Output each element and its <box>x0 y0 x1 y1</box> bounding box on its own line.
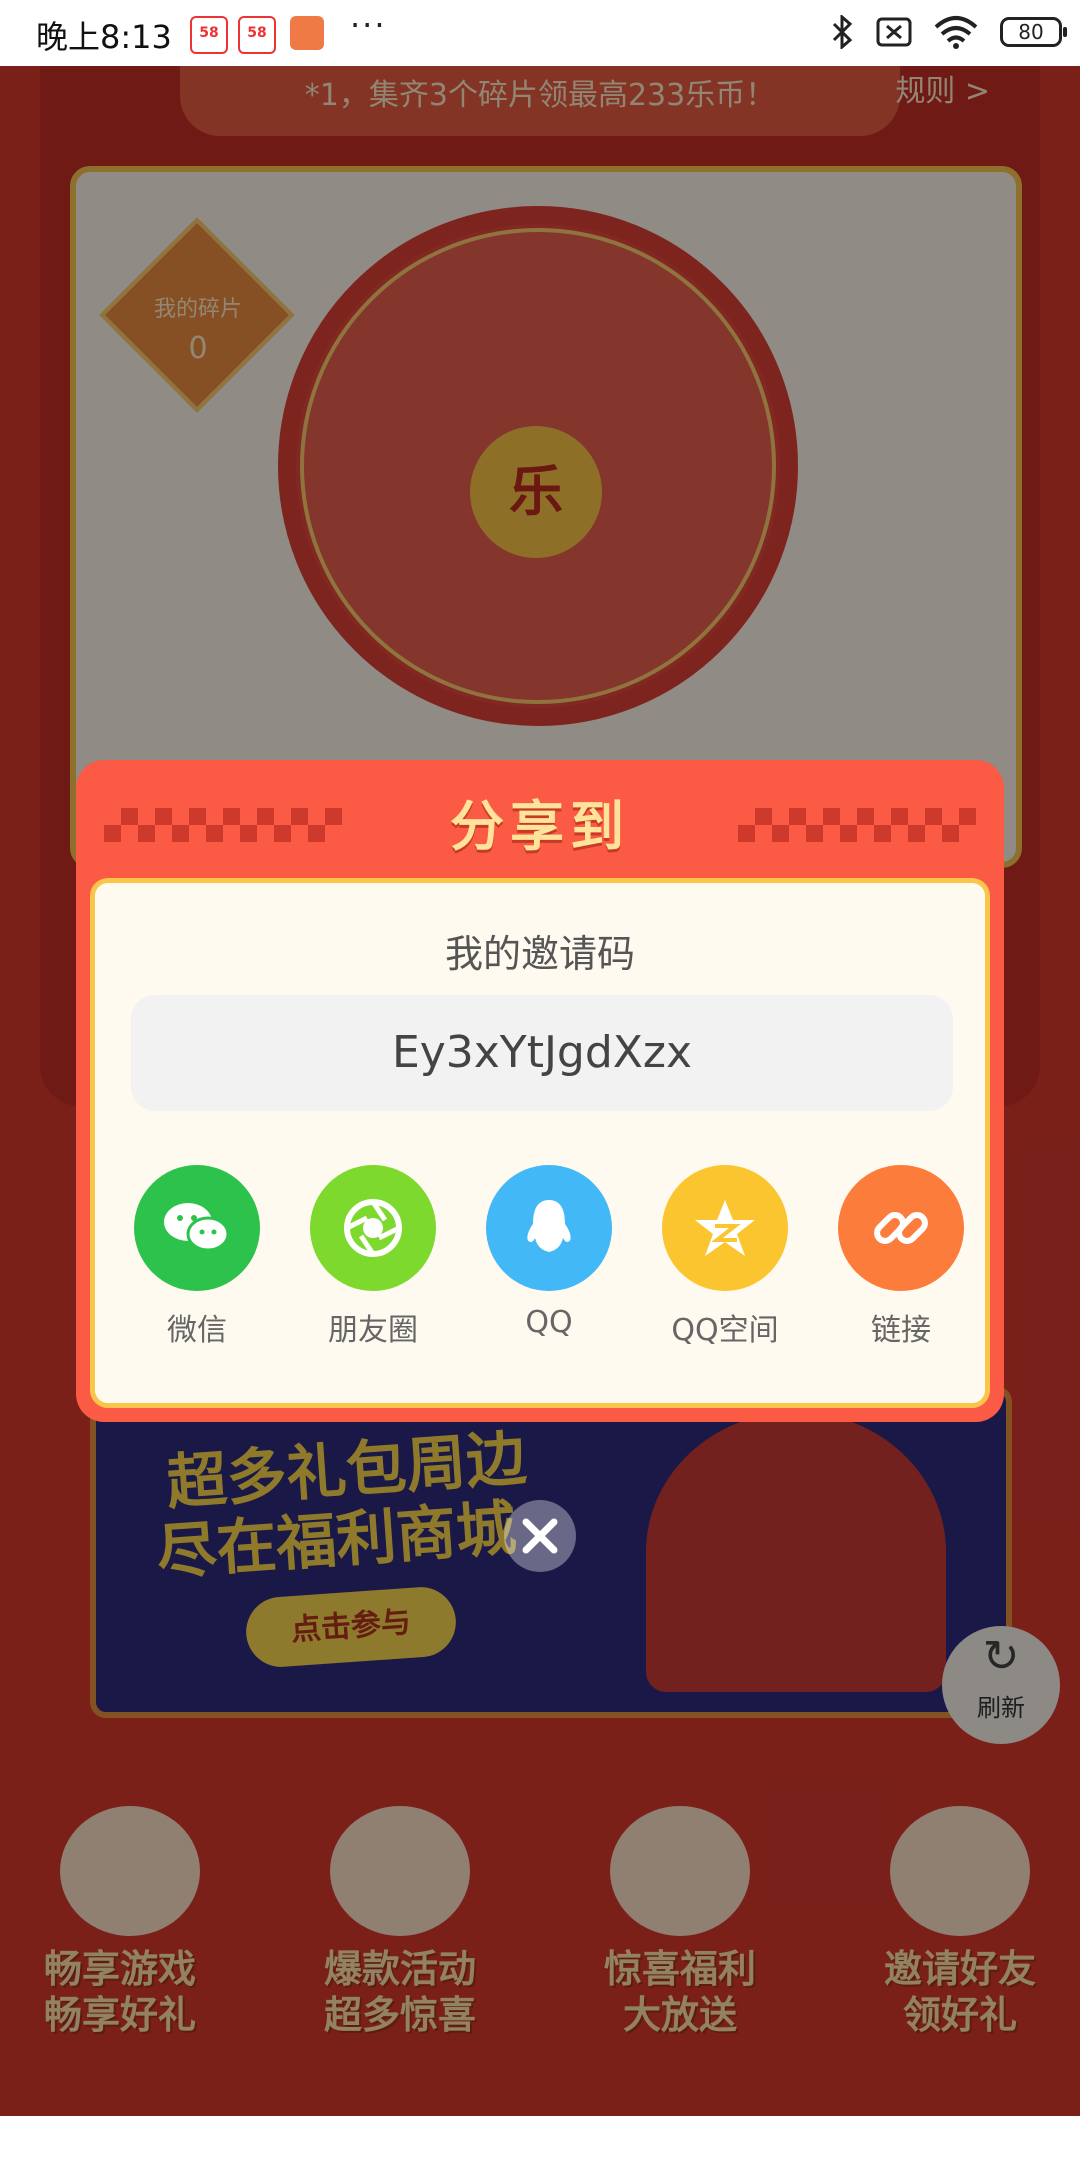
status-time: 晚上8:13 <box>36 18 172 56</box>
bluetooth-icon <box>832 15 853 49</box>
more-notifications-icon: ··· <box>350 6 387 44</box>
share-panel: 我的邀请码 Ey3xYtJgdXzx 微信 朋友圈 QQ QQ空间 链接 <box>90 878 990 1408</box>
moments-icon <box>310 1165 436 1291</box>
wifi-icon <box>934 16 978 49</box>
share-dialog: 分享到 我的邀请码 Ey3xYtJgdXzx 微信 朋友圈 QQ QQ空间 链接 <box>76 760 1004 1422</box>
wechat-icon <box>134 1165 260 1291</box>
battery-indicator: 80 <box>1000 17 1067 47</box>
share-targets: 微信 朋友圈 QQ QQ空间 链接 <box>95 1165 985 1365</box>
close-icon <box>522 1518 558 1554</box>
status-icons: 80 <box>830 12 1067 52</box>
invite-code-label: 我的邀请码 <box>444 932 635 976</box>
qzone-icon <box>662 1165 788 1291</box>
status-bar: 晚上8:13 58 58 ··· 80 <box>0 0 1080 66</box>
qq-icon <box>486 1165 612 1291</box>
app-notification-icon: 58 <box>190 16 228 54</box>
share-label: QQ <box>525 1305 573 1340</box>
dialog-title: 分享到 <box>450 795 630 858</box>
share-label: 链接 <box>871 1313 931 1348</box>
share-moments-button[interactable]: 朋友圈 <box>303 1165 443 1349</box>
navigation-bar <box>0 2116 1080 2160</box>
no-sim-icon <box>876 17 912 47</box>
app-notification-icon: 58 <box>238 16 276 54</box>
share-label: QQ空间 <box>671 1313 779 1348</box>
share-wechat-button[interactable]: 微信 <box>127 1165 267 1349</box>
share-label: 朋友圈 <box>328 1313 418 1348</box>
invite-code-field[interactable]: Ey3xYtJgdXzx <box>131 995 953 1111</box>
share-qq-button[interactable]: QQ <box>479 1165 619 1340</box>
shopping-bag-icon <box>290 16 324 50</box>
link-icon <box>838 1165 964 1291</box>
share-label: 微信 <box>167 1313 227 1348</box>
share-qzone-button[interactable]: QQ空间 <box>655 1165 795 1349</box>
close-dialog-button[interactable] <box>504 1500 576 1572</box>
share-link-button[interactable]: 链接 <box>831 1165 971 1349</box>
